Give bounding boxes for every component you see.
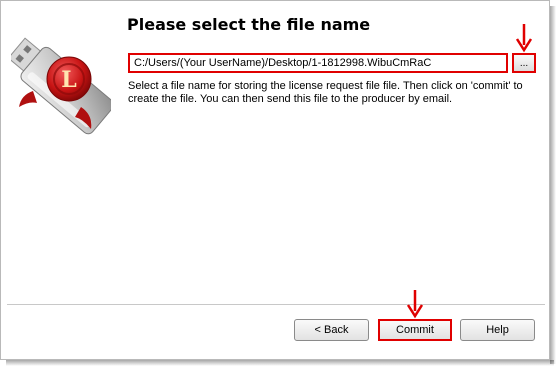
footer-separator <box>7 304 545 306</box>
window-shadow-bottom <box>6 360 554 366</box>
help-button[interactable]: Help <box>460 319 535 341</box>
seal-letter: L <box>61 67 76 93</box>
commit-button[interactable]: Commit <box>378 319 452 341</box>
browse-button[interactable]: ... <box>512 53 536 73</box>
down-arrow-icon <box>515 24 533 53</box>
file-path-input[interactable] <box>134 57 502 69</box>
back-button[interactable]: < Back <box>294 319 369 341</box>
page-title: Please select the file name <box>127 15 371 34</box>
window-shadow-right <box>550 6 556 364</box>
file-path-field[interactable] <box>128 53 508 73</box>
usb-dongle-logo-icon: L <box>11 37 111 135</box>
down-arrow-icon <box>406 290 424 319</box>
instruction-text: Select a file name for storing the licen… <box>128 80 523 105</box>
license-wizard-dialog: L Please select the file name ... Select… <box>0 0 550 360</box>
